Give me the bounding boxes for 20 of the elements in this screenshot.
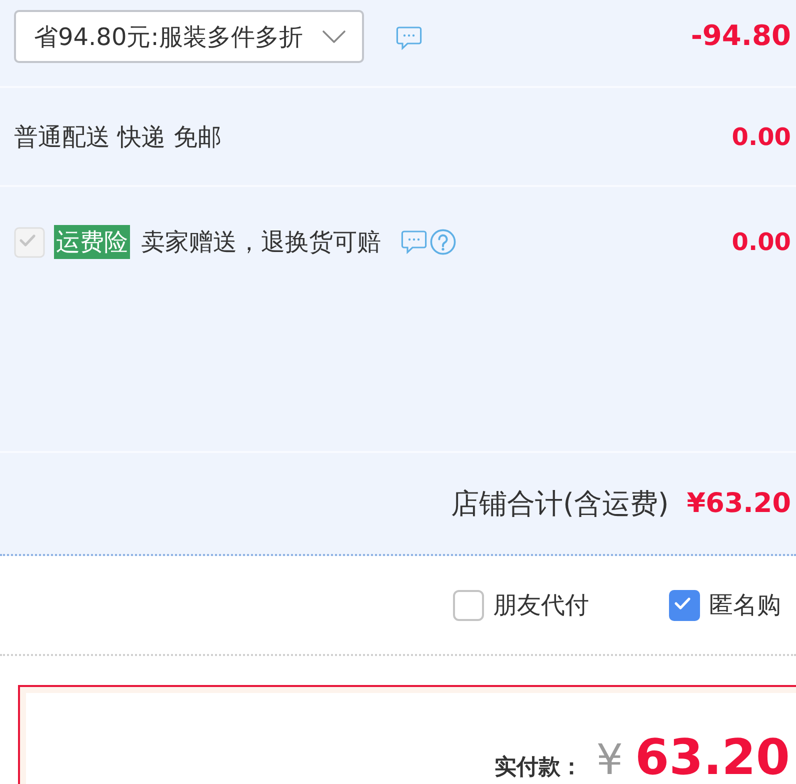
shipping-amount: 0.00: [732, 122, 791, 150]
insurance-text: 卖家赠送，退换货可赔: [141, 227, 381, 258]
chat-bubble-icon[interactable]: [396, 26, 422, 50]
checkbox[interactable]: [453, 590, 484, 620]
chat-bubble-icon[interactable]: [401, 230, 427, 254]
insurance-badge: 运费险: [54, 225, 130, 259]
help-icon[interactable]: [430, 229, 456, 255]
discount-dropdown[interactable]: 省94.80元:服装多件多折: [14, 10, 364, 63]
chevron-down-icon: [322, 30, 346, 44]
payment-label: 实付款：: [494, 754, 582, 782]
payment-amount: 63.20: [635, 733, 790, 782]
shop-total-label: 店铺合计(含运费): [450, 486, 669, 522]
insurance-amount: 0.00: [732, 227, 791, 258]
currency-symbol: ¥: [596, 739, 623, 781]
discount-amount: -94.80: [690, 18, 791, 54]
option-label: 匿名购: [709, 590, 781, 621]
shop-total-amount: ¥63.20: [686, 488, 791, 519]
shipping-label: 普通配送 快递 免邮: [14, 122, 222, 152]
checkbox[interactable]: [669, 590, 700, 620]
option-label: 朋友代付: [493, 590, 589, 621]
